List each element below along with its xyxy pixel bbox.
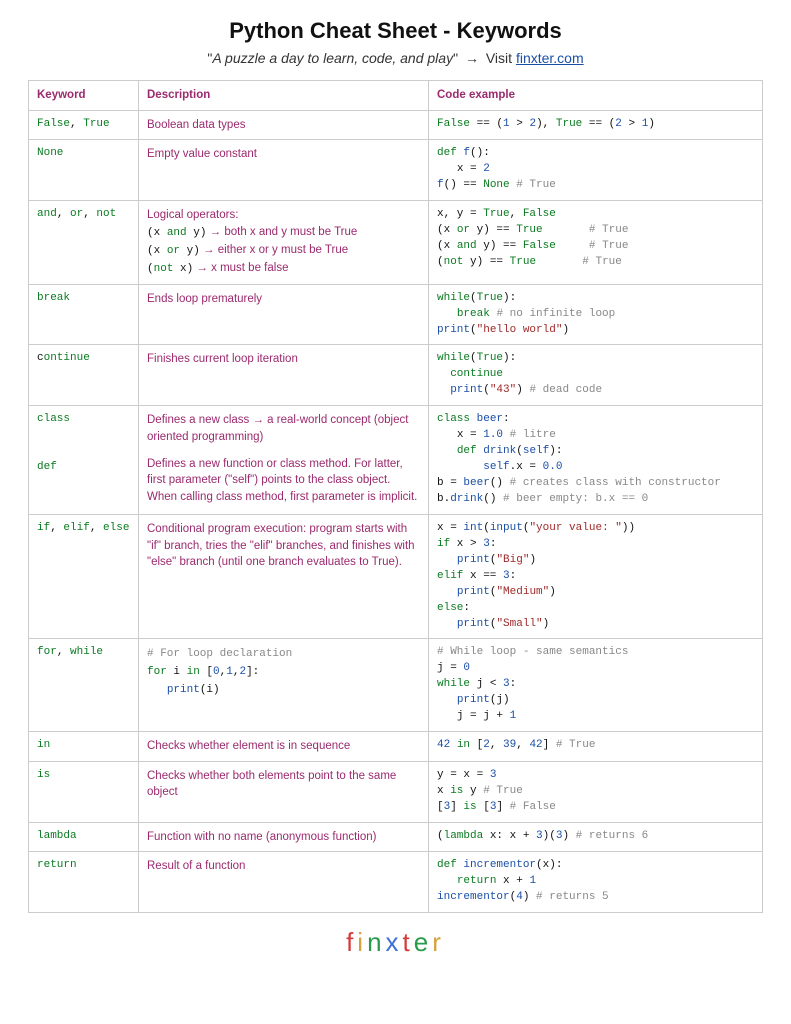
description-cell: Checks whether element is in sequence [139,732,429,762]
code-cell: def incrementor(x): return x + 1 increme… [429,852,763,913]
keyword-cell: if, elif, else [29,514,139,639]
table-row: lambdaFunction with no name (anonymous f… [29,822,763,852]
code-cell: False == (1 > 2), True == (2 > 1) [429,110,763,140]
table-row: class defDefines a new class → a real-wo… [29,406,763,515]
keyword-cell: for, while [29,639,139,732]
description-cell: Boolean data types [139,110,429,140]
description-cell: Logical operators:(x and y) → both x and… [139,201,429,284]
table-row: continueFinishes current loop iterationw… [29,345,763,406]
keyword-cell: class def [29,406,139,515]
finxter-logo: finxter [28,927,763,958]
table-row: breakEnds loop prematurelywhile(True): b… [29,284,763,345]
code-cell: # While loop - same semantics j = 0 whil… [429,639,763,732]
code-cell: while(True): break # no infinite loop pr… [429,284,763,345]
header: Python Cheat Sheet - Keywords "A puzzle … [28,18,763,66]
table-row: returnResult of a functiondef incremento… [29,852,763,913]
description-cell: Empty value constant [139,140,429,201]
keyword-cell: and, or, not [29,201,139,284]
description-cell: Function with no name (anonymous functio… [139,822,429,852]
code-cell: 42 in [2, 39, 42] # True [429,732,763,762]
page-title: Python Cheat Sheet - Keywords [28,18,763,44]
keyword-cell: is [29,761,139,822]
description-cell: Ends loop prematurely [139,284,429,345]
description-cell: Defines a new class → a real-world conce… [139,406,429,515]
code-cell: y = x = 3 x is y # True [3] is [3] # Fal… [429,761,763,822]
keyword-cell: lambda [29,822,139,852]
code-cell: (lambda x: x + 3)(3) # returns 6 [429,822,763,852]
table-row: and, or, notLogical operators:(x and y) … [29,201,763,284]
keyword-cell: return [29,852,139,913]
keywords-table: Keyword Description Code example False, … [28,80,763,913]
keyword-cell: continue [29,345,139,406]
table-row: NoneEmpty value constantdef f(): x = 2 f… [29,140,763,201]
col-code: Code example [429,81,763,111]
keyword-cell: in [29,732,139,762]
description-cell: Conditional program execution: program s… [139,514,429,639]
col-keyword: Keyword [29,81,139,111]
code-cell: while(True): continue print("43") # dead… [429,345,763,406]
keyword-cell: break [29,284,139,345]
table-row: isChecks whether both elements point to … [29,761,763,822]
col-description: Description [139,81,429,111]
description-cell: Checks whether both elements point to th… [139,761,429,822]
table-row: False, TrueBoolean data typesFalse == (1… [29,110,763,140]
finxter-link[interactable]: finxter.com [516,50,584,66]
code-cell: x = int(input("your value: ")) if x > 3:… [429,514,763,639]
table-row: for, while# For loop declaration for i i… [29,639,763,732]
keyword-cell: None [29,140,139,201]
table-row: inChecks whether element is in sequence4… [29,732,763,762]
code-cell: x, y = True, False (x or y) == True # Tr… [429,201,763,284]
description-cell: Result of a function [139,852,429,913]
table-row: if, elif, elseConditional program execut… [29,514,763,639]
description-cell: Finishes current loop iteration [139,345,429,406]
code-cell: class beer: x = 1.0 # litre def drink(se… [429,406,763,515]
code-cell: def f(): x = 2 f() == None # True [429,140,763,201]
subtitle: "A puzzle a day to learn, code, and play… [28,50,763,66]
keyword-cell: False, True [29,110,139,140]
description-cell: # For loop declaration for i in [0,1,2]:… [139,639,429,732]
